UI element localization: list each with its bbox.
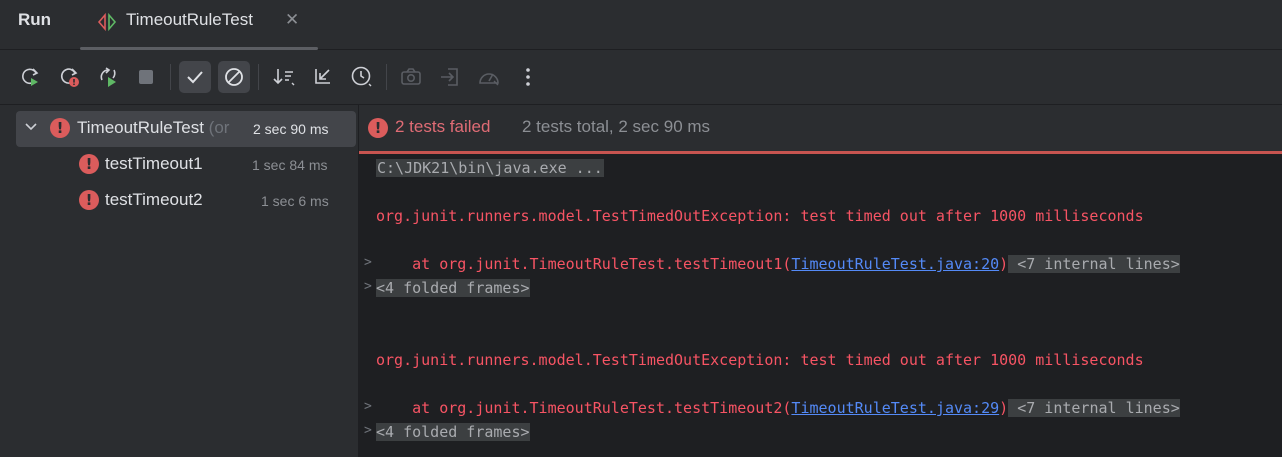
tree-node-test[interactable]: ! testTimeout2 1 sec 6 ms [16,183,358,219]
tab-label: TimeoutRuleTest [126,10,253,29]
rerun-failed-icon[interactable] [53,61,85,93]
stack-frame-suffix: ) [999,399,1009,417]
collapse-all-icon[interactable] [307,61,339,93]
coverage-icon[interactable] [473,61,505,93]
show-passed-icon[interactable] [179,61,211,93]
root-node-suffix: (or [204,118,230,137]
error-icon: ! [50,118,70,138]
toolbar-separator [170,64,171,90]
folded-frames-toggle[interactable]: <4 folded frames> [376,279,530,297]
test-name: testTimeout2 [105,190,203,209]
run-toolbar [0,50,1282,105]
folded-frames-line: <4 folded frames> [376,279,530,297]
test-tree: ! TimeoutRuleTest (or 2 sec 90 ms ! test… [0,105,359,457]
error-icon: ! [79,154,99,174]
show-ignored-icon[interactable] [218,61,250,93]
toolbar-separator [258,64,259,90]
internal-lines-fold[interactable]: <7 internal lines> [1008,255,1180,273]
rerun-icon[interactable] [14,61,46,93]
java-command: C:\JDK21\bin\java.exe ... [376,159,604,177]
exception-message: org.junit.runners.model.TestTimedOutExce… [376,207,1144,225]
test-class-icon [97,12,117,32]
stack-frame-line: at org.junit.TimeoutRuleTest.testTimeout… [376,255,1180,273]
chevron-down-icon[interactable] [24,120,38,134]
tab-timeoutruletest[interactable]: TimeoutRuleTest ✕ [80,0,318,50]
tests-failed-label: 2 tests failed [395,117,491,136]
stack-frame-text: at org.junit.TimeoutRuleTest.testTimeout… [376,255,792,273]
error-icon: ! [368,118,388,138]
sort-alphabetically-icon[interactable] [268,61,300,93]
exception-message: org.junit.runners.model.TestTimedOutExce… [376,351,1144,369]
test-status-bar: ! 2 tests failed 2 tests total, 2 sec 90… [359,105,1282,154]
tree-node-test[interactable]: ! testTimeout1 1 sec 84 ms [16,147,358,183]
source-link[interactable]: TimeoutRuleTest.java:20 [791,255,999,273]
tool-window-header: Run TimeoutRuleTest ✕ [0,0,1282,50]
more-icon[interactable] [512,61,544,93]
sort-by-duration-icon[interactable] [346,61,378,93]
toolbar-separator [386,64,387,90]
run-window-title: Run [18,10,52,29]
stack-frame-text: at org.junit.TimeoutRuleTest.testTimeout… [376,399,792,417]
error-icon: ! [79,190,99,210]
console-panel: ! 2 tests failed 2 tests total, 2 sec 90… [359,105,1282,457]
source-link[interactable]: TimeoutRuleTest.java:29 [791,399,999,417]
screenshot-icon[interactable] [395,61,427,93]
stack-frame-suffix: ) [999,255,1009,273]
test-duration: 1 sec 6 ms [261,193,329,209]
console-command-line: C:\JDK21\bin\java.exe ... [376,159,604,177]
expand-arrow[interactable]: > [364,255,372,270]
root-node-name: TimeoutRuleTest [77,118,204,137]
test-name: testTimeout1 [105,154,203,173]
close-tab-icon[interactable]: ✕ [285,10,299,30]
folded-frames-toggle[interactable]: <4 folded frames> [376,423,530,441]
expand-arrow[interactable]: > [364,399,372,414]
expand-arrow[interactable]: > [364,423,372,438]
test-duration: 1 sec 84 ms [252,157,328,173]
import-tests-icon[interactable] [434,61,466,93]
tests-total-label: 2 tests total, 2 sec 90 ms [522,117,711,136]
tree-node-label: TimeoutRuleTest (or [77,118,229,138]
stop-icon[interactable] [130,61,162,93]
tree-node-root[interactable]: ! TimeoutRuleTest (or 2 sec 90 ms [16,111,356,147]
stack-frame-line: at org.junit.TimeoutRuleTest.testTimeout… [376,399,1180,417]
internal-lines-fold[interactable]: <7 internal lines> [1008,399,1180,417]
toggle-autotest-icon[interactable] [92,61,124,93]
folded-frames-line: <4 folded frames> [376,423,530,441]
root-node-duration: 2 sec 90 ms [251,121,329,137]
root-node-suffix-text: (or [208,118,230,137]
expand-arrow[interactable]: > [364,279,372,294]
